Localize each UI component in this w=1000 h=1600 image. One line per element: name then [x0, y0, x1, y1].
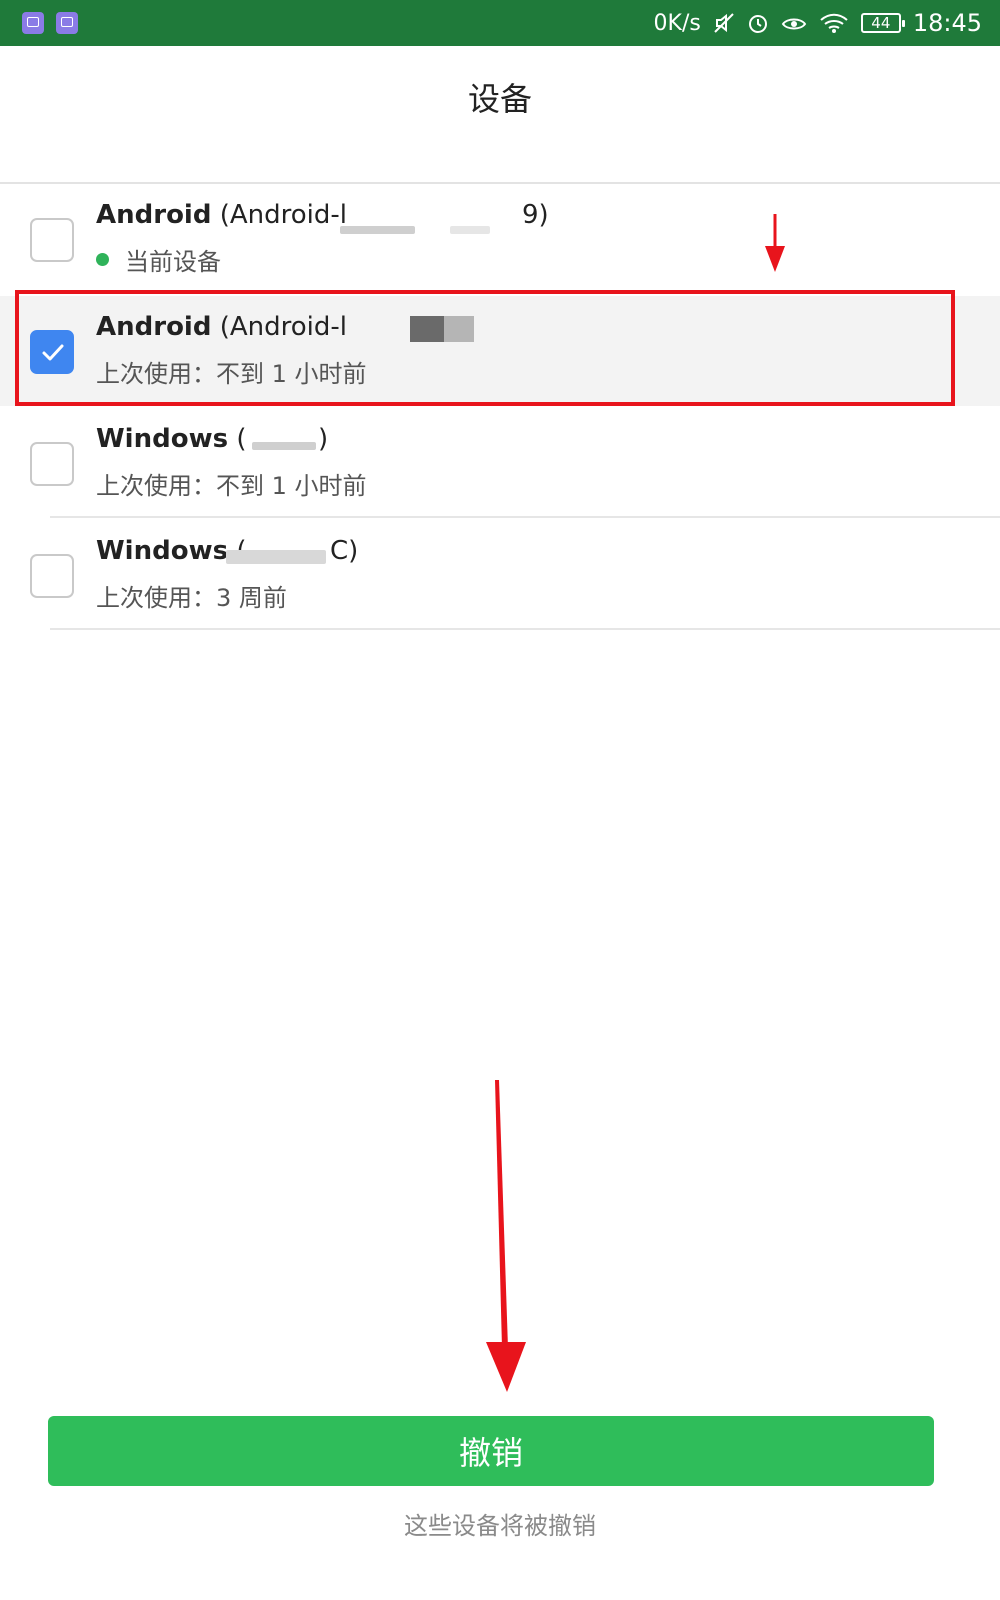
battery-level: 44	[871, 14, 891, 32]
device-row[interactable]: Windows ( ) 上次使用：不到 1 小时前	[0, 408, 1000, 518]
arrow-down-icon	[486, 1080, 526, 1392]
mute-icon	[713, 12, 735, 34]
device-row[interactable]: Android (Android-l 9) 当前设备	[0, 184, 1000, 294]
revoke-hint: 这些设备将被撤销	[404, 1512, 596, 1540]
redacted-text	[450, 226, 490, 234]
net-speed: 0K/s	[653, 10, 701, 36]
keyboard-app-icon	[56, 12, 78, 34]
device-checkbox[interactable]	[30, 554, 74, 598]
redacted-text	[252, 442, 316, 450]
status-indicators: 0K/s 44 18:45	[654, 8, 982, 38]
page-title: 设备	[467, 80, 532, 118]
arrow-down-icon	[765, 214, 785, 272]
device-name-tail: 9)	[522, 200, 549, 230]
device-name-tail: )	[318, 424, 329, 454]
row-divider	[50, 628, 1000, 630]
device-name-tail: C)	[330, 536, 359, 566]
device-name: Windows (	[96, 536, 247, 566]
eye-comfort-icon	[781, 12, 807, 34]
device-checkbox[interactable]	[30, 218, 74, 262]
redacted-text	[226, 550, 326, 564]
row-divider	[50, 516, 1000, 518]
device-name: Android (Android-l	[96, 200, 347, 230]
device-row[interactable]: Windows ( C) 上次使用：3 周前	[0, 520, 1000, 630]
device-checkbox[interactable]	[30, 442, 74, 486]
alarm-icon	[747, 12, 769, 34]
revoke-button[interactable]: 撤销	[48, 1416, 934, 1486]
device-status: 上次使用：3 周前	[96, 584, 287, 612]
device-status: 当前设备	[96, 242, 221, 277]
selection-highlight-box	[15, 290, 955, 406]
current-device-dot	[96, 253, 109, 266]
notification-icons	[22, 12, 78, 34]
status-bar: 0K/s 44 18:45	[0, 0, 1000, 46]
device-status: 上次使用：不到 1 小时前	[96, 472, 367, 500]
gallery-app-icon	[22, 12, 44, 34]
redacted-text	[340, 226, 415, 234]
battery-icon: 44	[860, 13, 905, 33]
clock: 18:45	[912, 9, 982, 37]
device-name: Windows (	[96, 424, 247, 454]
wifi-icon	[819, 12, 849, 34]
